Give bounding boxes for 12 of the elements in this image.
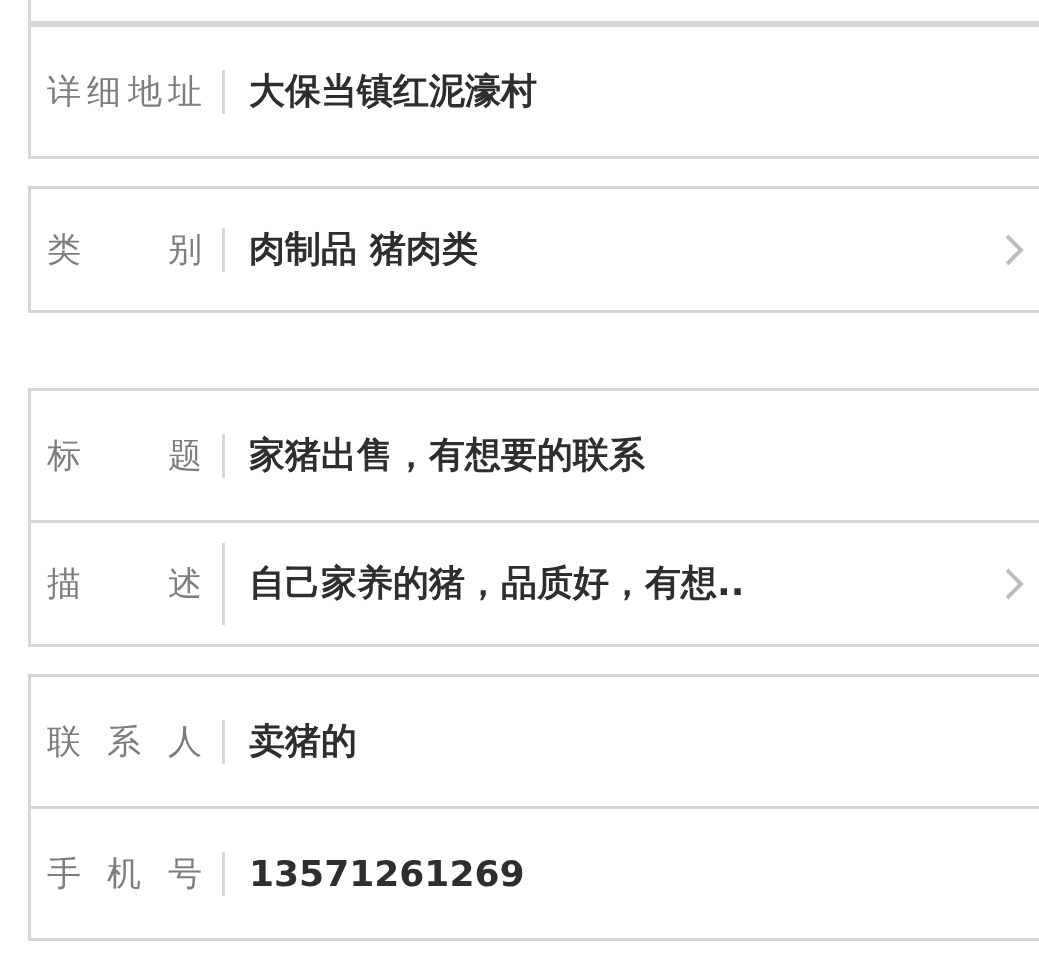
field-label: 类 别: [47, 227, 202, 271]
field-value: 家猪出售，有想要的联系: [249, 433, 646, 477]
field-label: 手 机 号: [47, 851, 202, 895]
field-value: 卖猪的: [249, 719, 358, 763]
field-label: 详细地址: [47, 69, 202, 113]
field-label: 描 述: [47, 561, 202, 605]
field-label: 标 题: [47, 433, 202, 477]
field-value: 13571261269: [249, 853, 526, 894]
field-value: 大保当镇红泥濠村: [249, 69, 538, 113]
field-value: 自己家养的猪，品质好，有想..: [249, 561, 746, 605]
field-label: 联 系 人: [47, 719, 202, 763]
field-value: 肉制品 猪肉类: [249, 227, 479, 271]
